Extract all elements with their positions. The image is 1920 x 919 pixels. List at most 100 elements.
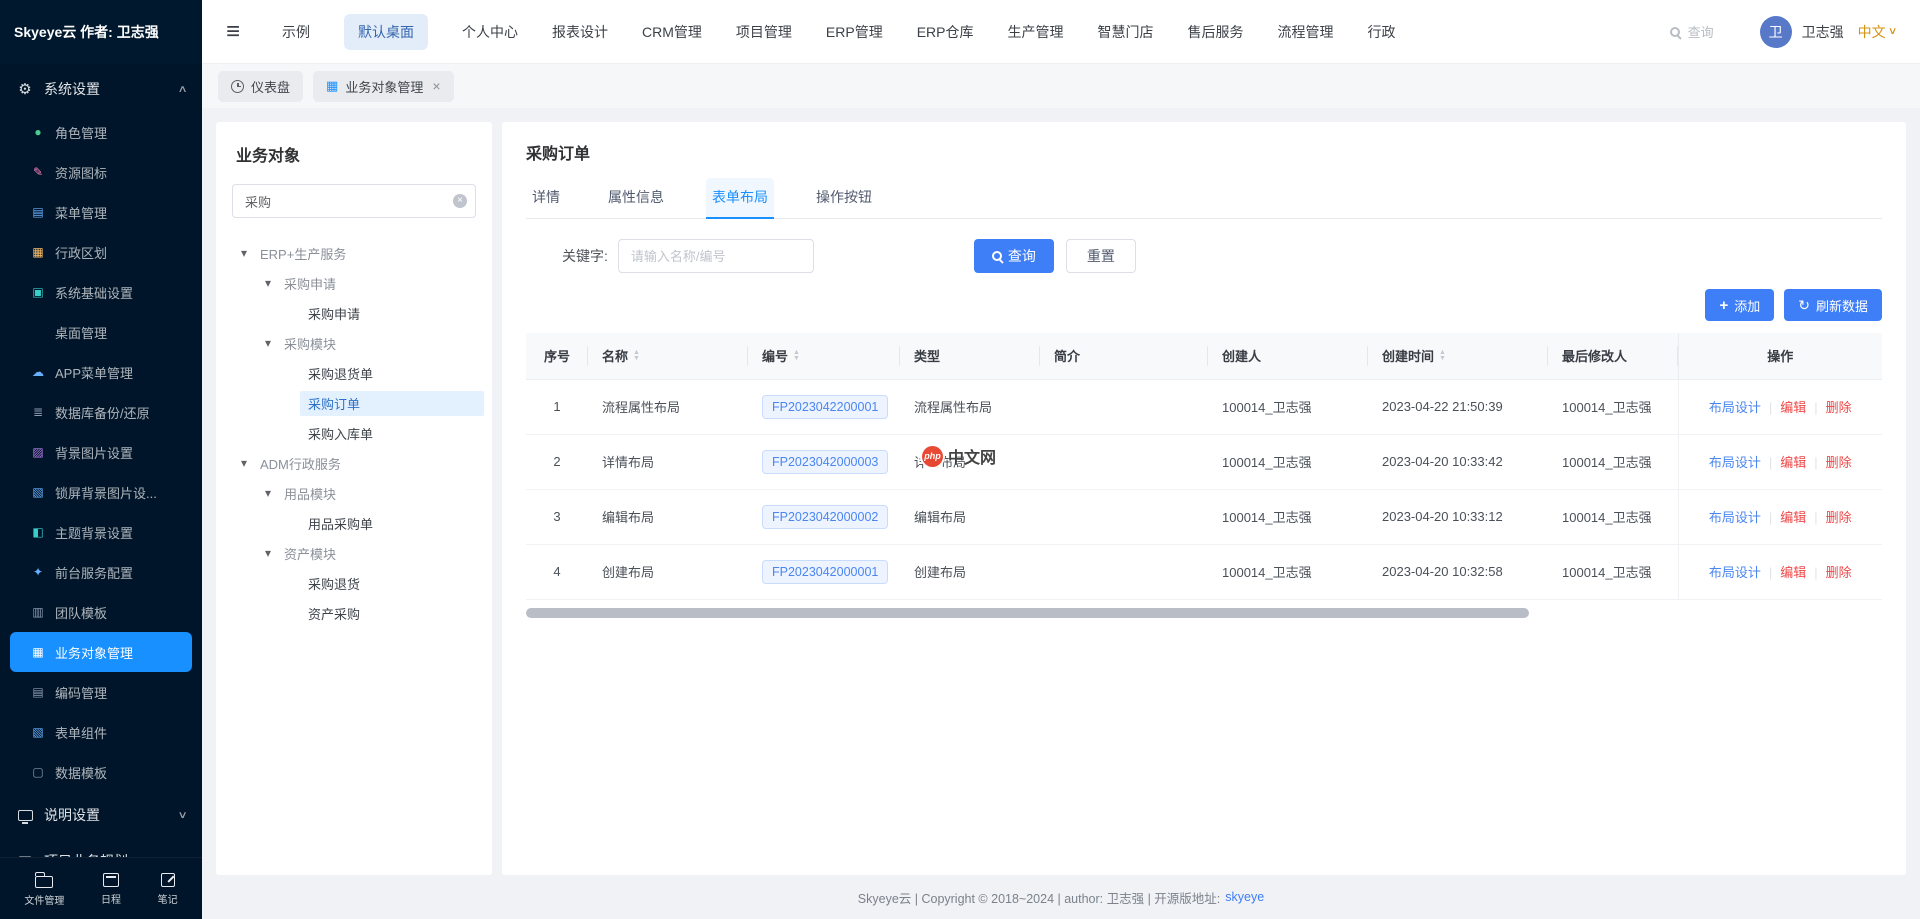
tree-node[interactable]: 用品采购单 xyxy=(224,508,484,538)
sidebar-item-menu-management[interactable]: ▤ 菜单管理 xyxy=(10,192,192,232)
sidebar-item-frontend-service-config[interactable]: ✦ 前台服务配置 xyxy=(10,552,192,592)
table-row[interactable]: 3 编辑布局 FP2023042000002 编辑布局 100014_卫志强 2… xyxy=(526,489,1882,544)
clear-icon[interactable]: × xyxy=(453,194,467,208)
edit-link[interactable]: 编辑 xyxy=(1780,455,1806,470)
tree-node[interactable]: 采购入库单 xyxy=(224,418,484,448)
sidebar-item-database-backup-restore[interactable]: ≣ 数据库备份/还原 xyxy=(10,392,192,432)
sidebar-item-administrative-divisions[interactable]: ▦ 行政区划 xyxy=(10,232,192,272)
sidebar-item-role-management[interactable]: ● 角色管理 xyxy=(10,112,192,152)
topnav-item-administration[interactable]: 行政 xyxy=(1368,22,1396,42)
sort-icons[interactable]: ▲▼ xyxy=(633,350,640,362)
topnav-item-report-design[interactable]: 报表设计 xyxy=(552,22,608,42)
column-header-created-time[interactable]: 创建时间 ▲▼ xyxy=(1368,333,1548,379)
tab-action-buttons[interactable]: 操作按钮 xyxy=(810,178,878,218)
topnav-item-project-management[interactable]: 项目管理 xyxy=(736,22,792,42)
app-logo[interactable]: Skyeye云 作者: 卫志强 xyxy=(0,0,202,64)
refresh-button[interactable]: ↻ 刷新数据 xyxy=(1784,289,1882,321)
tree-node[interactable]: 采购申请 xyxy=(224,298,484,328)
reset-button[interactable]: 重置 xyxy=(1066,239,1136,273)
sidebar-item-desktop-management[interactable]: 桌面管理 xyxy=(10,312,192,352)
schedule-button[interactable]: 日程 xyxy=(101,871,121,906)
layout-design-link[interactable]: 布局设计 xyxy=(1709,510,1761,525)
caret-down-icon[interactable]: ▾ xyxy=(260,546,276,560)
tree-node[interactable]: ▾ 采购申请 xyxy=(224,268,484,298)
sort-down-icon[interactable]: ▼ xyxy=(633,356,640,362)
tree-node[interactable]: 资产采购 xyxy=(224,598,484,628)
tree-node[interactable]: 采购退货 xyxy=(224,568,484,598)
tab-attribute-info[interactable]: 属性信息 xyxy=(602,178,670,218)
topnav-item-default-desktop[interactable]: 默认桌面 xyxy=(344,14,428,50)
tree-node[interactable]: 采购退货单 xyxy=(224,358,484,388)
caret-down-icon[interactable]: ▾ xyxy=(236,246,252,260)
sidebar-item-system-basic-settings[interactable]: ▣ 系统基础设置 xyxy=(10,272,192,312)
tree-search-input[interactable] xyxy=(232,184,476,218)
caret-down-icon[interactable]: ▾ xyxy=(236,456,252,470)
tree-node[interactable]: ▾ ADM行政服务 xyxy=(224,448,484,478)
sidebar-item-background-image-settings[interactable]: ▨ 背景图片设置 xyxy=(10,432,192,472)
sidebar-item-resource-icons[interactable]: ✎ 资源图标 xyxy=(10,152,192,192)
tab-details[interactable]: 详情 xyxy=(526,178,566,218)
topnav-item-personal-center[interactable]: 个人中心 xyxy=(462,22,518,42)
query-button[interactable]: 查询 xyxy=(974,239,1054,273)
tree-node-selected[interactable]: 采购订单 xyxy=(224,388,484,418)
sort-icons[interactable]: ▲▼ xyxy=(1439,350,1446,362)
notes-button[interactable]: 笔记 xyxy=(158,871,178,906)
layout-design-link[interactable]: 布局设计 xyxy=(1709,455,1761,470)
sidebar-item-team-templates[interactable]: ▥ 团队模板 xyxy=(10,592,192,632)
tree-node[interactable]: ▾ 采购模块 xyxy=(224,328,484,358)
table-row[interactable]: 4 创建布局 FP2023042000001 创建布局 100014_卫志强 2… xyxy=(526,544,1882,599)
footer-link-skyeye[interactable]: skyeye xyxy=(1225,890,1264,904)
topnav-item-production[interactable]: 生产管理 xyxy=(1008,22,1064,42)
sort-down-icon[interactable]: ▼ xyxy=(1439,356,1446,362)
topnav-item-aftersales[interactable]: 售后服务 xyxy=(1188,22,1244,42)
close-icon[interactable]: × xyxy=(432,78,440,94)
layout-design-link[interactable]: 布局设计 xyxy=(1709,565,1761,580)
edit-link[interactable]: 编辑 xyxy=(1780,510,1806,525)
sort-down-icon[interactable]: ▼ xyxy=(793,356,800,362)
topnav-item-crm[interactable]: CRM管理 xyxy=(642,22,702,42)
topnav-item-smart-store[interactable]: 智慧门店 xyxy=(1098,22,1154,42)
caret-down-icon[interactable]: ▾ xyxy=(260,336,276,350)
topnav-item-example[interactable]: 示例 xyxy=(282,22,310,42)
user-menu[interactable]: 卫 卫志强 xyxy=(1760,16,1844,48)
topnav-item-workflow[interactable]: 流程管理 xyxy=(1278,22,1334,42)
tree-node[interactable]: ▾ 用品模块 xyxy=(224,478,484,508)
table-row[interactable]: 2 详情布局 FP2023042000003 详情布局 100014_卫志强 2… xyxy=(526,434,1882,489)
sidebar-item-app-menu-management[interactable]: ☁ APP菜单管理 xyxy=(10,352,192,392)
language-switcher[interactable]: 中文 ∨ xyxy=(1858,22,1896,42)
horizontal-scrollbar[interactable] xyxy=(526,608,1529,618)
column-header-name[interactable]: 名称 ▲▼ xyxy=(588,333,748,379)
edit-link[interactable]: 编辑 xyxy=(1780,565,1806,580)
delete-link[interactable]: 删除 xyxy=(1826,455,1852,470)
sidebar-item-data-templates[interactable]: ▢ 数据模板 xyxy=(10,752,192,792)
sidebar-item-business-object-management[interactable]: ▦ 业务对象管理 xyxy=(10,632,192,672)
caret-down-icon[interactable]: ▾ xyxy=(260,276,276,290)
delete-link[interactable]: 删除 xyxy=(1826,565,1852,580)
sidebar-item-code-management[interactable]: ▤ 编码管理 xyxy=(10,672,192,712)
column-header-code[interactable]: 编号 ▲▼ xyxy=(748,333,900,379)
sort-icons[interactable]: ▲▼ xyxy=(793,350,800,362)
tab-dashboard[interactable]: 仪表盘 xyxy=(218,71,303,102)
sidebar-group-description-settings[interactable]: 说明设置 ∨ xyxy=(0,792,202,838)
table-row[interactable]: 1 流程属性布局 FP2023042200001 流程属性布局 100014_卫… xyxy=(526,379,1882,434)
caret-down-icon[interactable]: ▾ xyxy=(260,486,276,500)
tab-form-layout[interactable]: 表单布局 xyxy=(706,178,774,218)
hamburger-icon[interactable]: ≡ xyxy=(226,20,240,44)
sidebar-group-system-settings[interactable]: ⚙ 系统设置 ∧ xyxy=(0,66,202,112)
tab-business-object-management[interactable]: ▦ 业务对象管理 × xyxy=(313,71,454,102)
sidebar-item-lockscreen-background-settings[interactable]: ▧ 锁屏背景图片设... xyxy=(10,472,192,512)
delete-link[interactable]: 删除 xyxy=(1826,510,1852,525)
edit-link[interactable]: 编辑 xyxy=(1780,400,1806,415)
sidebar-item-form-components[interactable]: ▧ 表单组件 xyxy=(10,712,192,752)
topnav-item-erp[interactable]: ERP管理 xyxy=(826,22,883,42)
global-search[interactable]: 查询 xyxy=(1670,22,1714,41)
sidebar-item-theme-background-settings[interactable]: ◧ 主题背景设置 xyxy=(10,512,192,552)
keyword-input[interactable] xyxy=(618,239,814,273)
sidebar-group-project-business-planning[interactable]: ▣ 项目业务规划 ∨ xyxy=(0,838,202,857)
delete-link[interactable]: 删除 xyxy=(1826,400,1852,415)
layout-design-link[interactable]: 布局设计 xyxy=(1709,400,1761,415)
add-button[interactable]: + 添加 xyxy=(1705,289,1774,321)
tree-node[interactable]: ▾ ERP+生产服务 xyxy=(224,238,484,268)
topnav-item-erp-warehouse[interactable]: ERP仓库 xyxy=(917,22,974,42)
file-manager-button[interactable]: 文件管理 xyxy=(24,871,64,907)
